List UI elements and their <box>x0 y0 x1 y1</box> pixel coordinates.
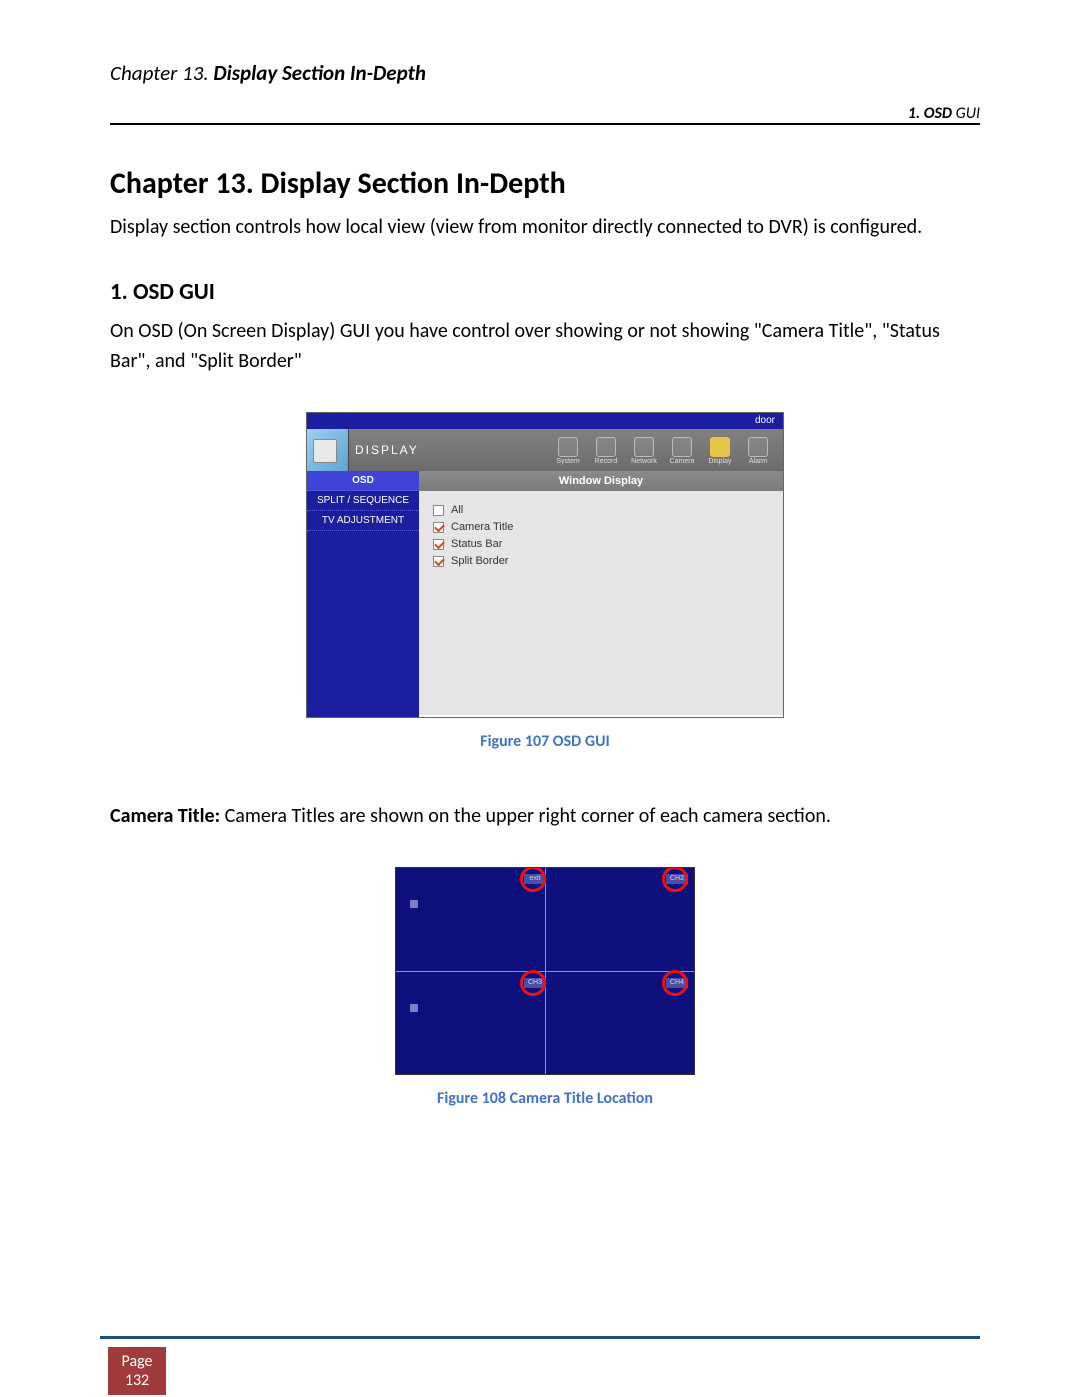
split-border-horizontal <box>396 971 694 972</box>
osd-main-header: Window Display <box>419 471 783 491</box>
osd-main-panel: Window Display All Camera Title Status B… <box>419 471 783 717</box>
checkbox-status-bar[interactable] <box>433 539 444 550</box>
display-logo-icon <box>307 429 349 471</box>
page-header: Chapter 13. Display Section In-Depth <box>110 60 980 86</box>
page-number-badge: Page 132 <box>108 1347 166 1395</box>
cu-icon-2 <box>410 1004 418 1012</box>
record-icon <box>596 437 616 457</box>
highlight-circle-3 <box>520 970 546 996</box>
checkbox-all[interactable] <box>433 505 444 516</box>
osd-paragraph: On OSD (On Screen Display) GUI you have … <box>110 316 980 376</box>
header-section: 1. OSD GUI <box>110 104 980 123</box>
alarm-icon <box>748 437 768 457</box>
header-rule <box>110 123 980 125</box>
footer-rule <box>100 1336 980 1339</box>
highlight-circle-1 <box>520 867 546 892</box>
nav-item-record[interactable]: Record <box>589 435 623 465</box>
header-chapter-prefix: Chapter 13. <box>110 60 213 86</box>
nav-item-system[interactable]: System <box>551 435 585 465</box>
checkbox-split-border[interactable] <box>433 556 444 567</box>
checkbox-camera-title[interactable] <box>433 522 444 533</box>
nav-item-display[interactable]: Display <box>703 435 737 465</box>
sidebar-item-osd[interactable]: OSD <box>307 471 419 491</box>
checkbox-row-status-bar[interactable]: Status Bar <box>433 538 769 550</box>
heading-chapter: Chapter 13. Display Section In-Depth <box>110 165 980 202</box>
osd-panel-title: DISPLAY <box>355 443 419 457</box>
nav-item-camera[interactable]: Camera <box>665 435 699 465</box>
osd-top-nav: System Record Network Camera Display Ala… <box>551 435 775 465</box>
checkbox-row-all[interactable]: All <box>433 504 769 516</box>
highlight-circle-4 <box>662 970 688 996</box>
header-chapter-title: Display Section In-Depth <box>213 60 426 86</box>
intro-paragraph: Display section controls how local view … <box>110 212 980 242</box>
sidebar-item-tv-adjustment[interactable]: TV ADJUSTMENT <box>307 511 419 531</box>
checkbox-row-split-border[interactable]: Split Border <box>433 555 769 567</box>
camera-title-paragraph: Camera Title: Camera Titles are shown on… <box>110 801 980 831</box>
osd-title-bar: DISPLAY System Record Network Camera Dis… <box>307 429 783 471</box>
figure-107-osd-gui: door DISPLAY System Record Network Camer… <box>306 412 784 718</box>
camera-icon <box>672 437 692 457</box>
osd-sidebar: OSD SPLIT / SEQUENCE TV ADJUSTMENT <box>307 471 419 717</box>
sidebar-item-split-sequence[interactable]: SPLIT / SEQUENCE <box>307 491 419 511</box>
nav-item-alarm[interactable]: Alarm <box>741 435 775 465</box>
figure-107-caption: Figure 107 OSD GUI <box>110 732 980 751</box>
checkbox-row-camera-title[interactable]: Camera Title <box>433 521 769 533</box>
cu-icon-1 <box>410 900 418 908</box>
display-icon <box>710 437 730 457</box>
nav-item-network[interactable]: Network <box>627 435 661 465</box>
heading-osd-gui: 1. OSD GUI <box>110 278 980 306</box>
system-icon <box>558 437 578 457</box>
osd-top-label: door <box>307 413 783 429</box>
figure-108-caption: Figure 108 Camera Title Location <box>110 1089 980 1108</box>
network-icon <box>634 437 654 457</box>
highlight-circle-2 <box>662 867 688 892</box>
figure-108-camera-title-location: exit CH2 CH3 CH4 <box>395 867 695 1075</box>
